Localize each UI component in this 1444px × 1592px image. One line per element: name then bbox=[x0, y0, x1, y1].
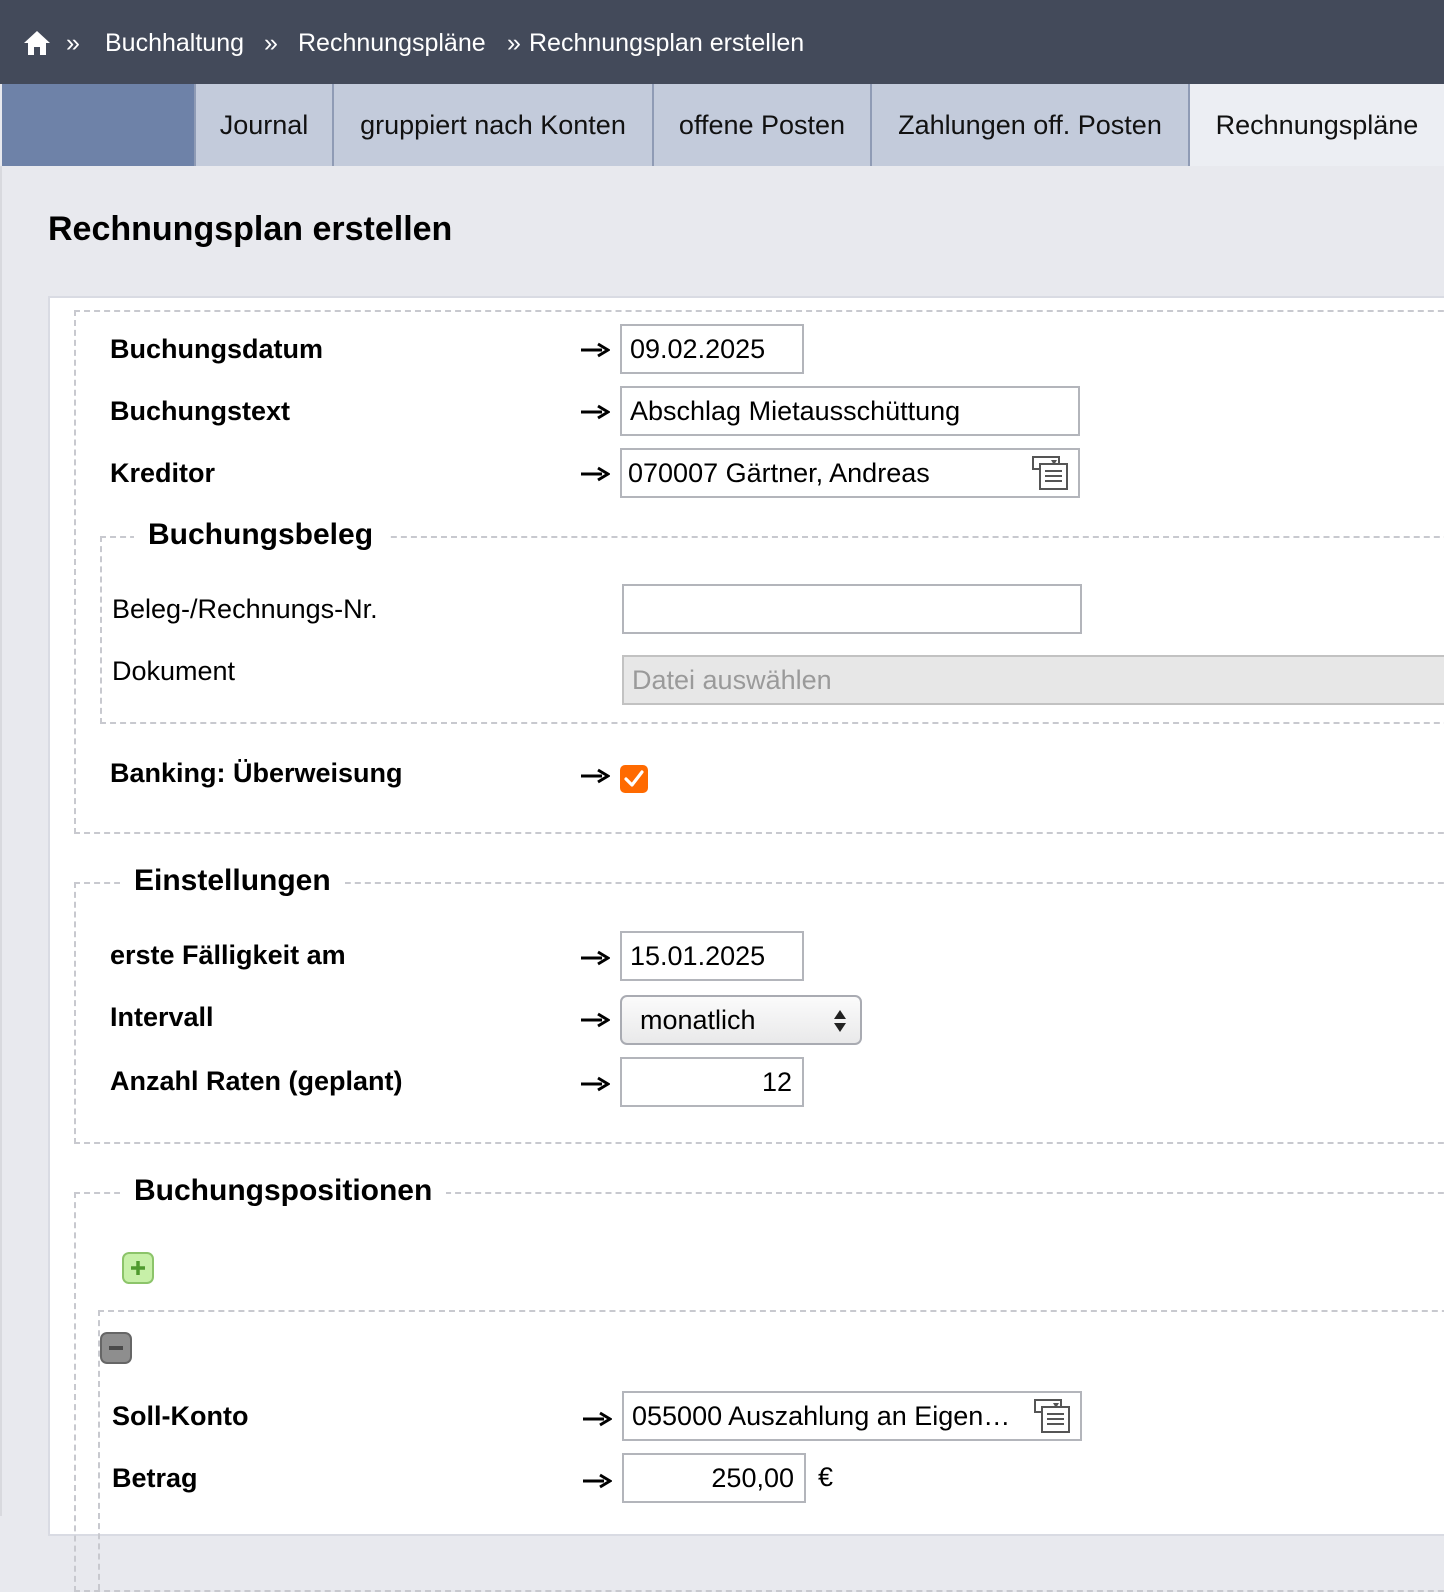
arrow-icon bbox=[583, 1473, 612, 1489]
form-panel: Buchungsdatum 09.02.2025 Buchungstext Ab… bbox=[48, 296, 1444, 1592]
intervall-selected-value: monatlich bbox=[640, 1005, 756, 1035]
arrow-icon bbox=[581, 950, 610, 966]
raten-label: Anzahl Raten (geplant) bbox=[110, 1066, 403, 1096]
kreditor-label: Kreditor bbox=[110, 458, 216, 488]
beleg-nr-input[interactable] bbox=[622, 584, 1082, 634]
tab-zahlungen-off-posten[interactable]: Zahlungen off. Posten bbox=[872, 84, 1190, 166]
buchungsdatum-input[interactable]: 09.02.2025 bbox=[620, 324, 804, 374]
arrow-icon bbox=[581, 404, 610, 420]
page-title: Rechnungsplan erstellen bbox=[48, 210, 453, 248]
buchungsdatum-label: Buchungsdatum bbox=[110, 334, 323, 364]
soll-konto-input[interactable]: 055000 Auszahlung an Eigen… bbox=[622, 1391, 1082, 1441]
kreditor-input[interactable]: 070007 Gärtner, Andreas bbox=[620, 448, 1080, 498]
dokument-file-button[interactable]: Datei auswählen bbox=[622, 655, 1444, 705]
breadcrumb-buchhaltung[interactable]: Buchhaltung bbox=[105, 29, 244, 58]
einstellungen-legend: Einstellungen bbox=[120, 864, 345, 898]
lookup-list-icon[interactable] bbox=[1032, 456, 1068, 490]
breadcrumb-separator: » bbox=[66, 29, 80, 57]
arrow-icon bbox=[583, 1411, 612, 1427]
breadcrumb-current: Rechnungsplan erstellen bbox=[529, 29, 805, 57]
faelligkeit-input[interactable]: 15.01.2025 bbox=[620, 931, 804, 981]
breadcrumb-separator: » bbox=[264, 29, 278, 57]
arrow-icon bbox=[581, 1012, 610, 1028]
position-row-box bbox=[98, 1310, 1444, 1590]
arrow-icon bbox=[581, 1076, 610, 1092]
banking-label: Banking: Überweisung bbox=[110, 758, 403, 788]
check-icon bbox=[624, 770, 644, 787]
currency-symbol: € bbox=[818, 1462, 834, 1492]
tab-offene-posten[interactable]: offene Posten bbox=[654, 84, 872, 166]
dokument-label: Dokument bbox=[112, 656, 236, 686]
home-icon[interactable] bbox=[22, 28, 52, 58]
buchungsbeleg-legend: Buchungsbeleg bbox=[134, 518, 388, 552]
updown-arrows-icon bbox=[834, 1010, 846, 1032]
buchungstext-label: Buchungstext bbox=[110, 396, 291, 426]
soll-konto-label: Soll-Konto bbox=[112, 1401, 249, 1431]
tab-rechnungsplaene[interactable]: Rechnungspläne bbox=[1188, 84, 1444, 166]
add-position-icon[interactable] bbox=[122, 1252, 154, 1284]
buchungstext-input[interactable]: Abschlag Mietausschüttung bbox=[620, 386, 1080, 436]
arrow-icon bbox=[581, 466, 610, 482]
arrow-icon bbox=[581, 768, 610, 784]
tab-journal[interactable]: Journal bbox=[194, 84, 334, 166]
intervall-select[interactable]: monatlich bbox=[620, 995, 862, 1045]
intervall-label: Intervall bbox=[110, 1002, 214, 1032]
banking-checkbox[interactable] bbox=[620, 765, 648, 793]
tab-bar: Journal gruppiert nach Konten offene Pos… bbox=[0, 84, 1444, 166]
lookup-list-icon[interactable] bbox=[1034, 1399, 1070, 1433]
breadcrumb: » Buchhaltung » Rechnungspläne » Rechnun… bbox=[0, 0, 1444, 84]
left-divider bbox=[0, 166, 2, 1516]
remove-position-icon[interactable] bbox=[100, 1332, 132, 1364]
breadcrumb-separator: » bbox=[507, 29, 521, 57]
tab-bar-spacer bbox=[2, 84, 194, 166]
breadcrumb-rechnungsplaene[interactable]: Rechnungspläne bbox=[298, 29, 486, 58]
betrag-input[interactable]: 250,00 bbox=[622, 1453, 806, 1503]
tab-gruppiert-nach-konten[interactable]: gruppiert nach Konten bbox=[334, 84, 654, 166]
arrow-icon bbox=[581, 342, 610, 358]
betrag-label: Betrag bbox=[112, 1463, 198, 1493]
beleg-nr-label: Beleg-/Rechnungs-Nr. bbox=[112, 594, 378, 624]
raten-input[interactable]: 12 bbox=[620, 1057, 804, 1107]
faelligkeit-label: erste Fälligkeit am bbox=[110, 940, 346, 970]
buchungspositionen-legend: Buchungspositionen bbox=[120, 1174, 447, 1208]
